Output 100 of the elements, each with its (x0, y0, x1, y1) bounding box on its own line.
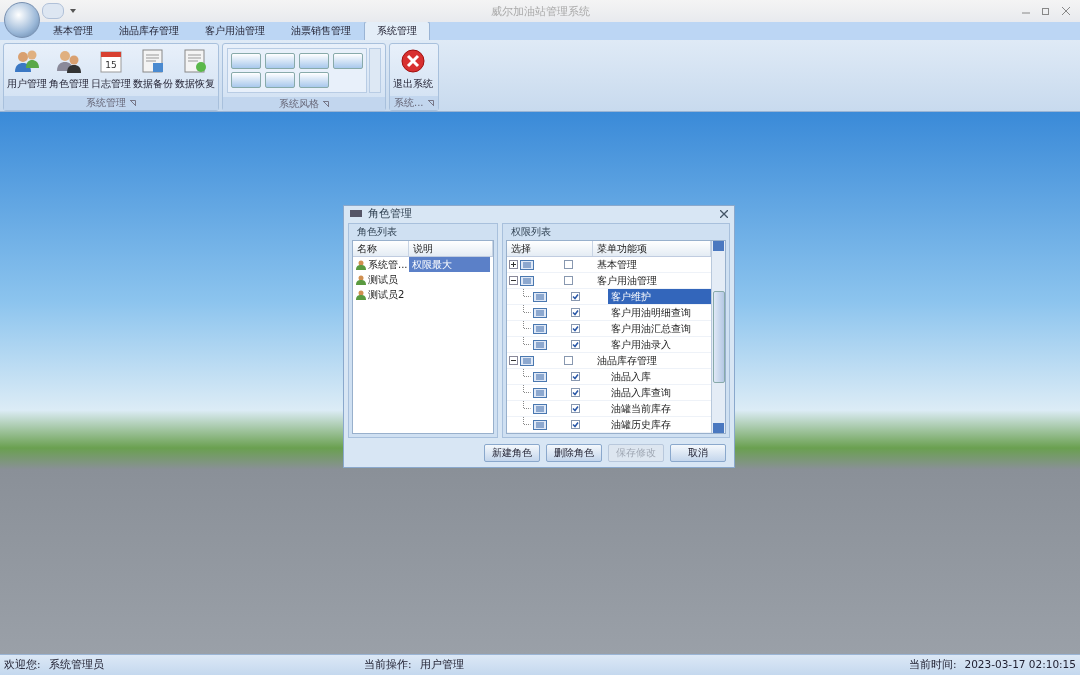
checkbox[interactable] (571, 308, 580, 317)
style-gallery[interactable] (227, 48, 367, 93)
style-swatch[interactable] (231, 53, 261, 69)
scrollbar[interactable] (711, 241, 725, 433)
group-label: 系统风格 (279, 97, 319, 111)
document-icon (182, 48, 208, 74)
tree-item[interactable]: 油罐当前库存 (608, 401, 711, 416)
ribbon-tab[interactable]: 客户用油管理 (192, 21, 278, 40)
style-swatch[interactable] (299, 72, 329, 88)
scrollbar[interactable] (369, 48, 381, 93)
node-icon (520, 259, 534, 270)
role-description[interactable]: 权限最大 (409, 257, 490, 272)
panel-title: 角色列表 (357, 225, 397, 239)
role-name[interactable]: 测试员 (353, 272, 409, 287)
dropdown-icon[interactable] (70, 9, 76, 13)
ribbon-tab[interactable]: 油票销售管理 (278, 21, 364, 40)
dialog-button[interactable]: 取消 (670, 444, 726, 462)
close-icon (400, 48, 426, 74)
node-icon (533, 307, 547, 318)
checkbox[interactable] (564, 356, 573, 365)
node-icon (533, 387, 547, 398)
style-swatch[interactable] (231, 72, 261, 88)
people-icon (56, 48, 82, 74)
expand-icon[interactable] (509, 260, 518, 269)
status-value: 系统管理员 (48, 658, 104, 672)
status-value: 2023-03-17 02:10:15 (964, 658, 1076, 672)
tree-line-icon (523, 337, 531, 345)
node-icon (520, 355, 534, 366)
node-icon (520, 275, 534, 286)
window-icon (350, 210, 362, 217)
tree-item[interactable]: 客户用油明细查询 (608, 305, 711, 320)
people-icon (14, 48, 40, 74)
ribbon-button[interactable]: 用户管理 (6, 46, 48, 94)
tree-item[interactable]: 客户用油录入 (608, 337, 711, 352)
tree-line-icon (523, 321, 531, 329)
checkbox[interactable] (571, 372, 580, 381)
checkbox[interactable] (571, 292, 580, 301)
collapse-icon[interactable] (509, 356, 518, 365)
tree-item[interactable]: 油罐历史库存 (608, 417, 711, 432)
dialog-title: 角色管理 (368, 206, 412, 221)
node-icon (533, 371, 547, 382)
dialog-button[interactable]: 新建角色 (484, 444, 540, 462)
checkbox[interactable] (571, 388, 580, 397)
ribbon-button[interactable]: 数据备份 (132, 46, 174, 94)
style-swatch[interactable] (299, 53, 329, 69)
checkbox[interactable] (564, 276, 573, 285)
checkbox[interactable] (571, 324, 580, 333)
ribbon-tab[interactable]: 油品库存管理 (106, 21, 192, 40)
node-icon (533, 419, 547, 430)
node-icon (533, 291, 547, 302)
node-icon (533, 339, 547, 350)
launcher-icon[interactable] (427, 100, 434, 106)
role-name[interactable]: 系统管... (353, 257, 409, 272)
node-icon (533, 403, 547, 414)
ribbon-tab[interactable]: 基本管理 (40, 21, 106, 40)
style-swatch[interactable] (333, 53, 363, 69)
style-swatch[interactable] (265, 72, 295, 88)
app-menu-button[interactable] (4, 2, 40, 38)
checkbox[interactable] (564, 260, 573, 269)
launcher-icon[interactable] (323, 101, 329, 107)
tree-line-icon (523, 401, 531, 409)
checkbox[interactable] (571, 420, 580, 429)
tree-line-icon (523, 289, 531, 297)
quick-access-button[interactable] (42, 3, 64, 19)
collapse-icon[interactable] (509, 276, 518, 285)
tree-line-icon (523, 385, 531, 393)
person-icon (356, 289, 366, 300)
tree-item[interactable]: 油品入库查询 (608, 385, 711, 400)
status-value: 用户管理 (419, 658, 464, 672)
group-label: 系统管理 (86, 96, 126, 110)
document-icon (140, 48, 166, 74)
tree-item[interactable]: 客户用油汇总查询 (608, 321, 711, 336)
window-title: 威尔加油站管理系统 (490, 4, 590, 19)
tree-item[interactable]: 客户用油管理 (594, 273, 711, 288)
launcher-icon[interactable] (130, 100, 136, 106)
ribbon-button[interactable]: 15 日志管理 (90, 46, 132, 94)
tree-item[interactable]: 油品库存管理 (594, 353, 711, 368)
status-label: 当前操作: (364, 658, 412, 672)
group-label: 系统... (394, 96, 424, 110)
close-icon[interactable] (1062, 7, 1070, 15)
checkbox[interactable] (571, 340, 580, 349)
tree-line-icon (523, 417, 531, 425)
dialog-button[interactable]: 删除角色 (546, 444, 602, 462)
ribbon-button[interactable]: 退出系统 (392, 46, 434, 94)
checkbox[interactable] (571, 404, 580, 413)
tree-item[interactable]: 客户维护 (608, 289, 711, 304)
tree-line-icon (523, 305, 531, 313)
role-name[interactable]: 测试员2 (353, 287, 409, 302)
person-icon (356, 259, 366, 270)
close-icon[interactable] (720, 209, 728, 218)
ribbon-button[interactable]: 数据恢复 (174, 46, 216, 94)
tree-item[interactable]: 油品入库 (608, 369, 711, 384)
tree-item[interactable]: 基本管理 (594, 257, 711, 272)
person-icon (356, 274, 366, 285)
panel-title: 权限列表 (511, 225, 551, 239)
ribbon-button[interactable]: 角色管理 (48, 46, 90, 94)
restore-icon[interactable] (1042, 7, 1050, 15)
style-swatch[interactable] (265, 53, 295, 69)
column-header: 名称 (353, 241, 410, 256)
status-label: 当前时间: (908, 658, 957, 672)
